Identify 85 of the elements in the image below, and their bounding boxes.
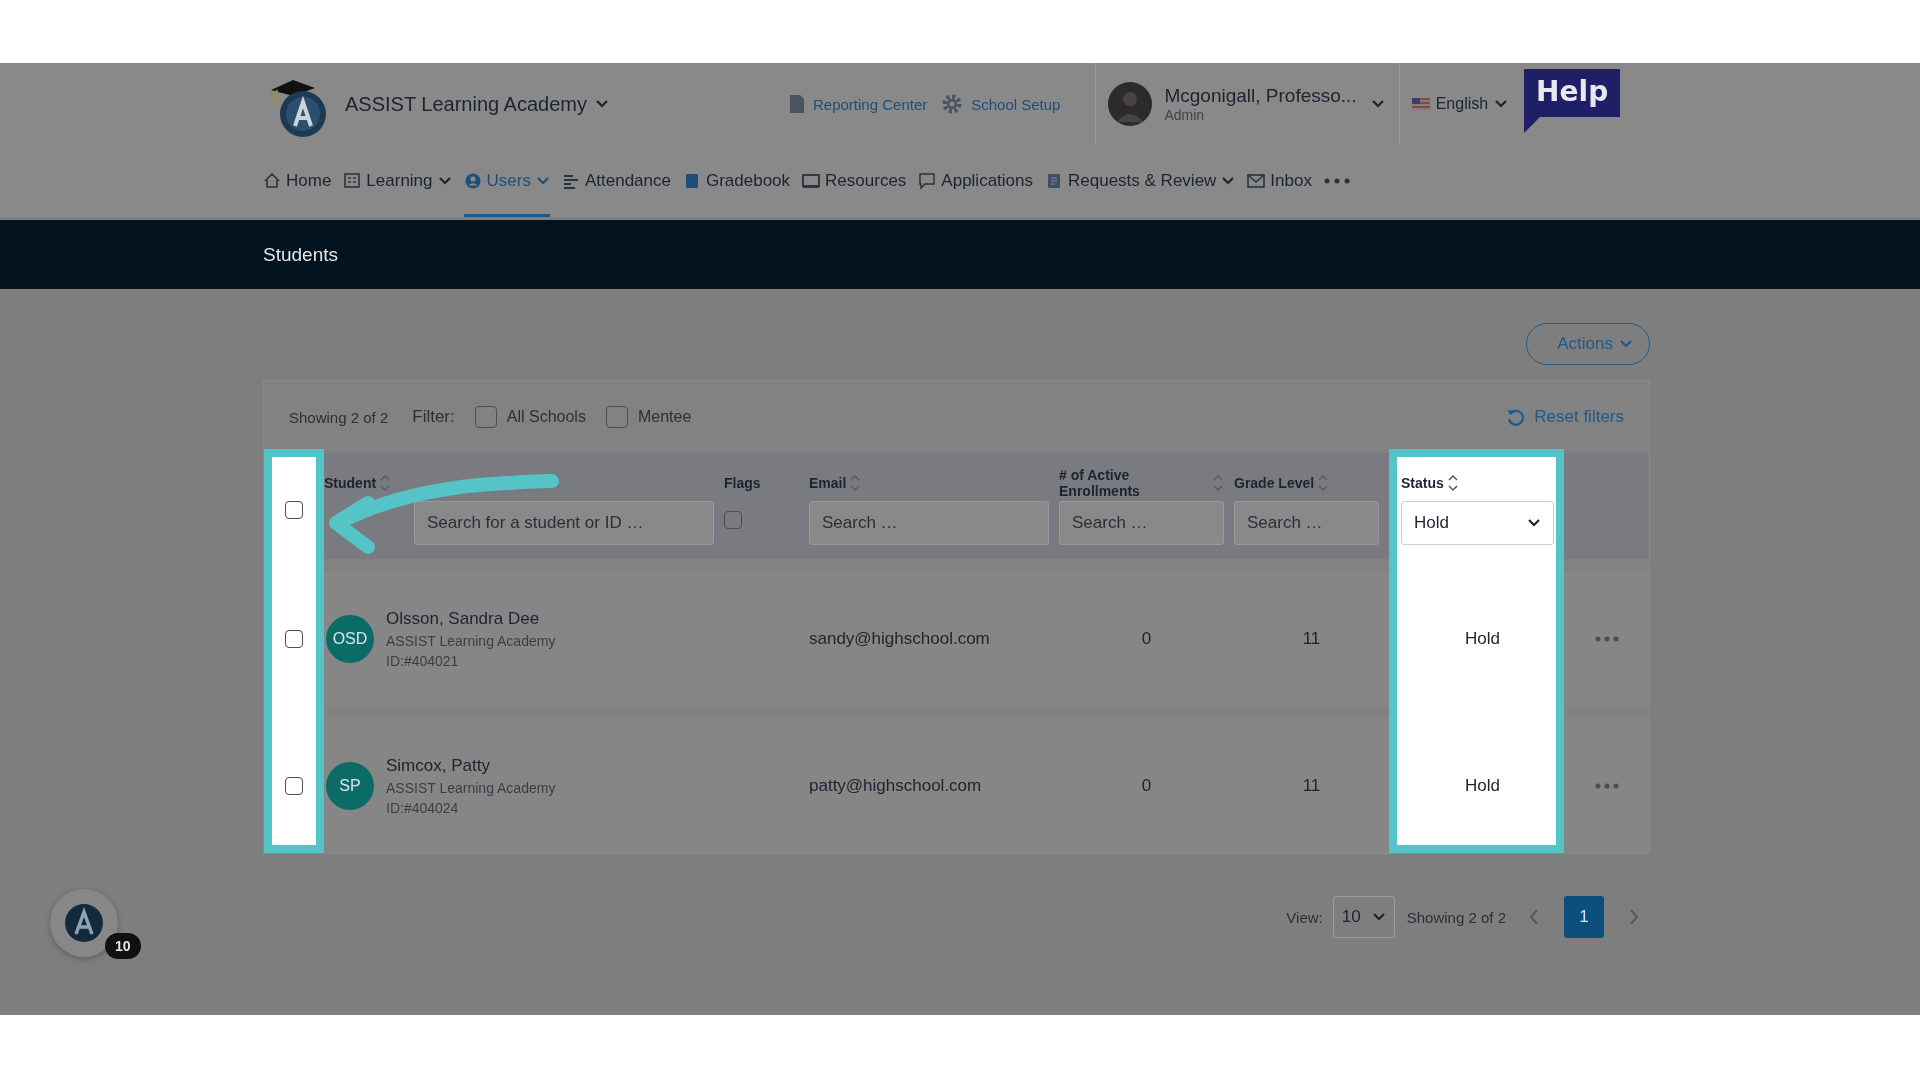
more-icon[interactable] xyxy=(1594,782,1619,789)
page-count: Showing 2 of 2 xyxy=(1406,908,1506,926)
school-name: ASSIST Learning Academy xyxy=(386,632,556,649)
view-label: View: xyxy=(1286,908,1323,926)
student-id: ID:#404024 xyxy=(386,799,460,816)
caret-icon xyxy=(437,176,452,186)
select-all-checkbox[interactable] xyxy=(285,501,303,519)
filter-option[interactable]: All Schools xyxy=(506,408,586,426)
home-icon xyxy=(263,172,281,190)
nav-tab[interactable]: Applications xyxy=(918,145,1033,217)
status-text: Hold xyxy=(1465,628,1500,649)
caret-icon xyxy=(1221,176,1236,186)
status-text: Hold xyxy=(1465,775,1500,796)
nav-tab[interactable]: Resources xyxy=(802,145,907,217)
grade-level: 11 xyxy=(1302,628,1321,649)
row-checkbox[interactable] xyxy=(285,629,303,648)
caret-icon xyxy=(595,99,609,109)
email-text: sandy@highschool.com xyxy=(809,628,990,649)
more-icon[interactable] xyxy=(1323,178,1350,184)
search-field[interactable]: Search … xyxy=(809,501,1049,545)
column-header[interactable]: # of Active Enrollments xyxy=(1059,467,1209,499)
caret-icon xyxy=(1371,912,1386,922)
column-header[interactable]: Status xyxy=(1401,475,1444,491)
page-button[interactable]: 1 xyxy=(1564,896,1604,938)
filter-label: Filter: xyxy=(412,407,455,427)
chevron-left-icon[interactable] xyxy=(1528,908,1540,926)
checkbox[interactable] xyxy=(474,406,497,428)
chat-icon xyxy=(918,172,937,190)
header-link[interactable]: Reporting Center xyxy=(789,94,928,114)
nav-tab[interactable]: Inbox xyxy=(1247,145,1312,217)
page-title: Students xyxy=(263,243,339,267)
caret-icon xyxy=(1494,99,1509,109)
nav-tab[interactable]: Attendance xyxy=(561,145,671,217)
row-checkbox[interactable] xyxy=(285,776,303,795)
column-header: Flags xyxy=(724,475,761,491)
caret-icon xyxy=(1527,518,1541,528)
chevron-right-icon[interactable] xyxy=(1628,908,1640,926)
clipboard-icon xyxy=(1045,172,1063,190)
result-count: Showing 2 of 2 xyxy=(289,408,389,426)
nav-tab[interactable]: Users xyxy=(463,145,550,217)
nav-tab[interactable]: Requests & Review xyxy=(1045,145,1236,217)
email-text: patty@highschool.com xyxy=(809,775,982,796)
assistant-button[interactable] xyxy=(50,889,118,957)
nav-tab[interactable]: Learning xyxy=(343,145,452,217)
notification-count: 10 xyxy=(105,933,141,959)
flag-icon xyxy=(1411,98,1430,110)
enrollment-count: 0 xyxy=(1141,775,1152,796)
language-selector[interactable]: English xyxy=(1435,95,1489,113)
caret-icon xyxy=(535,176,550,186)
search-field[interactable]: Search for a student or ID … xyxy=(414,501,714,545)
checkbox[interactable] xyxy=(605,406,628,428)
flag-filter-checkbox[interactable] xyxy=(724,511,742,529)
student-name[interactable]: Simcox, Patty xyxy=(386,755,556,776)
mail-icon xyxy=(1247,172,1266,190)
caret-icon xyxy=(1370,99,1385,109)
reset-icon xyxy=(1506,408,1525,426)
search-field[interactable]: Search … xyxy=(1234,501,1379,545)
document-icon xyxy=(789,94,805,114)
bars-icon xyxy=(561,172,580,190)
more-icon[interactable] xyxy=(1594,635,1619,642)
user-role: Admin xyxy=(1164,107,1206,123)
grade-level: 11 xyxy=(1302,775,1321,796)
nav-tab[interactable]: Home xyxy=(263,145,332,217)
gear-icon xyxy=(941,93,964,115)
monitor-icon xyxy=(802,172,821,190)
grid-icon xyxy=(343,172,362,190)
school-name: ASSIST Learning Academy xyxy=(386,779,556,796)
school-name[interactable]: ASSIST Learning Academy xyxy=(345,92,587,116)
user-icon xyxy=(463,172,482,190)
logo-icon xyxy=(64,903,104,943)
enrollment-count: 0 xyxy=(1141,628,1152,649)
search-field[interactable]: Search … xyxy=(1059,501,1224,545)
column-header[interactable]: Grade Level xyxy=(1234,475,1315,491)
filter-option[interactable]: Mentee xyxy=(637,408,692,426)
column-header[interactable]: Student xyxy=(324,475,377,491)
header-link[interactable]: School Setup xyxy=(941,93,1061,115)
student-id: ID:#404021 xyxy=(386,652,460,669)
student-name[interactable]: Olsson, Sandra Dee xyxy=(386,608,556,629)
column-header[interactable]: Email xyxy=(809,475,847,491)
avatar-icon xyxy=(1108,82,1153,126)
page-size-select[interactable]: 10 xyxy=(1332,896,1395,938)
status-select[interactable]: Hold xyxy=(1401,501,1554,545)
nav-tab[interactable]: Gradebook xyxy=(682,145,791,217)
user-name[interactable]: Mcgonigall, Professo... xyxy=(1164,85,1357,107)
caret-icon xyxy=(1619,339,1633,349)
